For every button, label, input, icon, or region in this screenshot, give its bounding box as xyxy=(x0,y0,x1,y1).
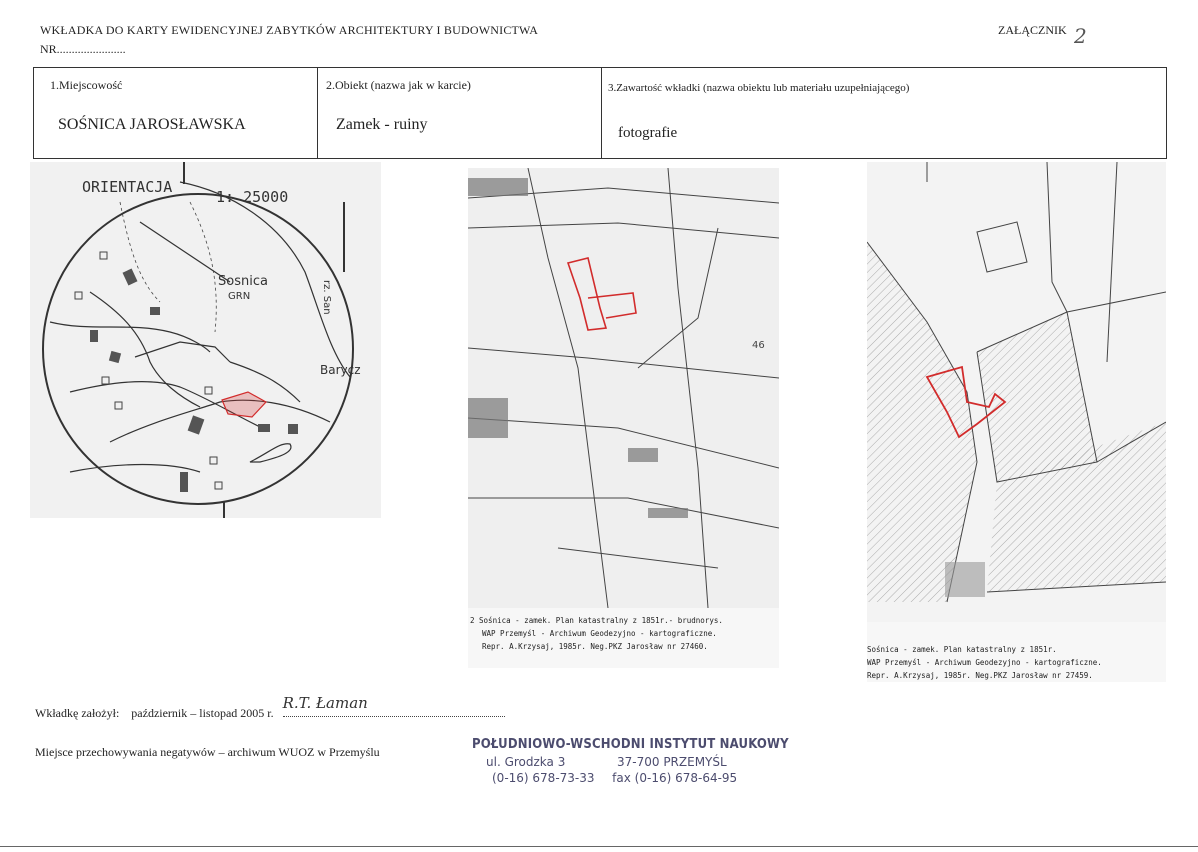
map-village-label: Barycz xyxy=(320,363,361,377)
contents-cell: 3.Zawartość wkładki (nazwa obiektu lub m… xyxy=(601,67,1167,159)
stamp-street: ul. Grodzka 3 xyxy=(486,755,566,769)
negatives-location: Miejsce przechowywania negatywów – archi… xyxy=(35,745,380,759)
map-river-label: rz. San xyxy=(321,280,332,315)
object-label: 2.Obiekt (nazwa jak w karcie) xyxy=(326,78,471,92)
info-table: 1.Miejscowość SOŚNICA JAROSŁAWSKA 2.Obie… xyxy=(33,67,1167,159)
signature: R.T. Łaman xyxy=(282,694,368,712)
stamp-city: 37-700 PRZEMYŚL xyxy=(617,755,727,769)
map-orientation-label: ORIENTACJA xyxy=(82,178,172,196)
map-scale-label: 1: 25000 xyxy=(216,188,288,206)
annex-label: ZAŁĄCZNIK xyxy=(998,23,1067,37)
object-cell: 2.Obiekt (nazwa jak w karcie) Zamek - ru… xyxy=(317,67,602,159)
annex-number-handwritten: 2 xyxy=(1074,24,1087,48)
stamp-fax: fax (0-16) 678-64-95 xyxy=(612,771,738,785)
page-bottom-edge xyxy=(0,846,1198,847)
document-title: WKŁADKA DO KARTY EWIDENCYJNEJ ZABYTKÓW A… xyxy=(40,23,539,37)
locality-label: 1.Miejscowość xyxy=(50,78,123,92)
locality-value: SOŚNICA JAROSŁAWSKA xyxy=(58,116,246,133)
contents-label: 3.Zawartość wkładki (nazwa obiektu lub m… xyxy=(608,82,910,94)
contents-value: fotografie xyxy=(618,125,678,141)
object-value: Zamek - ruiny xyxy=(336,116,428,133)
plan-caption-line-1: Sośnica - zamek. Plan katastralny z 1851… xyxy=(867,645,1057,654)
draft-caption-line-3: Repr. A.Krzysaj, 1985r. Neg.PKZ Jarosław… xyxy=(482,642,708,651)
cadastral-plan: Sośnica - zamek. Plan katastralny z 1851… xyxy=(867,162,1166,682)
plan-number: 46 xyxy=(752,340,765,351)
castle-highlight xyxy=(221,391,267,418)
draft-caption-line-2: WAP Przemyśl - Archiwum Geodezyjno - kar… xyxy=(482,629,717,638)
locality-cell: 1.Miejscowość SOŚNICA JAROSŁAWSKA xyxy=(33,67,318,159)
plan-caption-line-2: WAP Przemyśl - Archiwum Geodezyjno - kar… xyxy=(867,658,1102,667)
orientation-map-drawing: ORIENTACJA 1: 25000 Sosnica GRN Barycz r… xyxy=(42,162,361,518)
stamp-institute-name: POŁUDNIOWO-WSCHODNI INSTYTUT NAUKOWY xyxy=(472,737,789,752)
draft-caption-line-1: 2 Sośnica - zamek. Plan katastralny z 18… xyxy=(470,616,723,625)
cadastral-draft-drawing: 46 2 Sośnica - zamek. Plan katastralny z… xyxy=(468,168,779,651)
created-date: październik – listopad 2005 r. xyxy=(131,706,274,720)
map-grn-label: GRN xyxy=(228,291,250,302)
cadastral-plan-drawing: Sośnica - zamek. Plan katastralny z 1851… xyxy=(867,162,1166,680)
cadastral-plan-draft: 46 2 Sośnica - zamek. Plan katastralny z… xyxy=(468,168,779,668)
created-label: Wkładkę założył: xyxy=(35,706,120,720)
orientation-map: ORIENTACJA 1: 25000 Sosnica GRN Barycz r… xyxy=(30,162,381,518)
signature-line: R.T. Łaman xyxy=(282,694,505,717)
stamp-phone: (0-16) 678-73-33 xyxy=(492,771,595,785)
record-number: NR....................... xyxy=(40,42,126,56)
map-place-label: Sosnica xyxy=(218,274,268,289)
institute-stamp: POŁUDNIOWO-WSCHODNI INSTYTUT NAUKOWY ul.… xyxy=(472,737,824,785)
created-by-row: Wkładkę założył: październik – listopad … xyxy=(35,694,505,721)
plan-caption-line-3: Repr. A.Krzysaj, 1985r. Neg.PKZ Jarosław… xyxy=(867,671,1093,680)
